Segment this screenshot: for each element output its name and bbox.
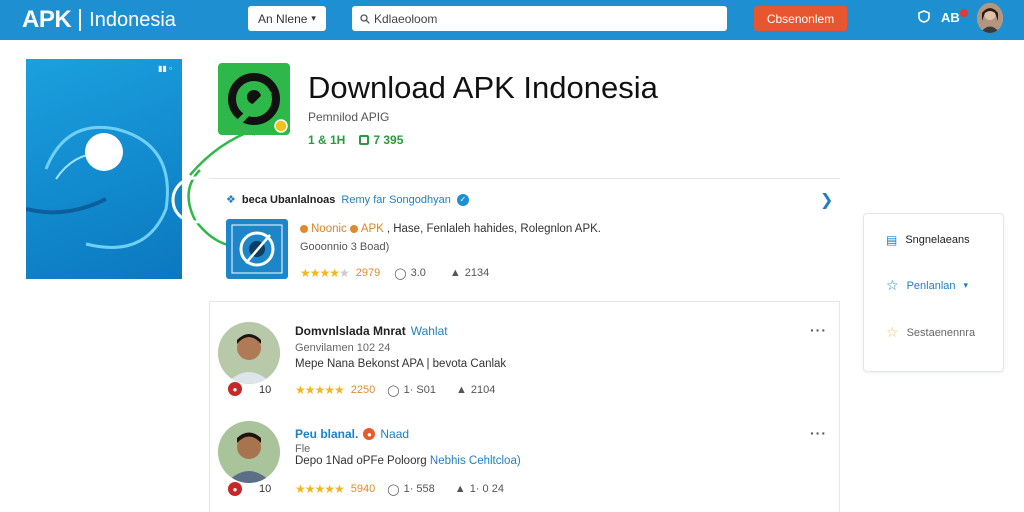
star-rating: ★★★★★ — [300, 266, 350, 280]
more-options-icon[interactable]: ··· — [810, 322, 827, 338]
chevron-down-icon: ▾ — [963, 280, 969, 290]
search-input[interactable]: Kdlaeoloom — [352, 6, 727, 31]
featured-tag: APK — [360, 223, 384, 235]
star-rating: ★★★★★ — [295, 383, 345, 397]
featured-name[interactable]: Noonic — [311, 223, 347, 235]
logo-subtitle: Indonesia — [89, 8, 176, 31]
signal-icon: ▮▮ ▫ — [158, 64, 172, 73]
reviewer-avatar[interactable] — [218, 322, 280, 384]
review-date: Fle — [295, 443, 311, 455]
download-count: 1 & 1H — [308, 133, 346, 147]
rating-value: 2979 — [355, 267, 381, 279]
app-stats: 1 & 1H 7 395 — [308, 133, 403, 147]
reviewer-name-text[interactable]: Domvnlslada Mnrat — [295, 324, 406, 338]
comment-icon[interactable]: ◯ — [394, 267, 406, 280]
points-label[interactable]: AB — [941, 10, 960, 25]
notification-badge — [960, 9, 968, 17]
list-icon: ▤ — [886, 233, 898, 247]
download-cta-button[interactable]: Cbsenonlem — [754, 6, 847, 31]
app-subtitle: Pemnilod APIG — [308, 110, 390, 124]
logo-separator — [79, 9, 82, 31]
star-outline-icon: ☆ — [886, 277, 899, 293]
app-icon[interactable] — [218, 63, 290, 135]
shield-icon[interactable] — [918, 10, 930, 26]
verified-icon: ✓ — [456, 193, 469, 206]
orange-dot-icon — [349, 225, 358, 233]
chevron-down-icon: ▾ — [311, 13, 316, 23]
comment-count: 1· 558 — [403, 483, 435, 495]
size-value: 7 395 — [373, 133, 404, 147]
star-rating: ★★★★★ — [295, 482, 345, 496]
featured-description: Noonic APK , Hase, Fenlaleh hahides, Rol… — [300, 223, 601, 235]
reviewer-badge-icon: ● — [228, 382, 242, 396]
user-avatar[interactable] — [977, 3, 1003, 33]
featured-heading: ❖ beca Ubanlalnoas Remy far Songodhyan ✓ — [226, 193, 469, 206]
top-navigation-bar: APK Indonesia An Nlene ▾ Kdlaeoloom Cbse… — [0, 0, 1024, 40]
review-text: Depo 1Nad oPFe Poloorg Nebhis Cehltcloa) — [295, 455, 521, 467]
site-logo[interactable]: APK Indonesia — [22, 6, 176, 34]
reviewer-name-text[interactable]: Peu blanal. — [295, 427, 358, 441]
comment-count: 3.0 — [410, 267, 426, 279]
featured-meta: ★★★★★ 2979 ◯ 3.0 ▲ 2134 — [300, 266, 489, 280]
orange-dot-icon — [300, 225, 308, 233]
thumbs-up-icon[interactable]: ▲ — [456, 384, 467, 396]
thumbs-up-icon[interactable]: ▲ — [455, 483, 466, 495]
reviewer-count: 10 — [259, 384, 272, 396]
page-title: Download APK Indonesia — [308, 70, 658, 105]
featured-text: , Hase, Fenlaleh hahides, Rolegnlon APK. — [386, 223, 601, 235]
comment-count: 1· S01 — [403, 384, 437, 396]
review-meta: ★★★★★ 2250 ◯ 1· S01 ▲ 2104 — [295, 383, 495, 397]
side-item-1[interactable]: ▤ Sngnelaeans — [886, 233, 970, 247]
featured-subtext: Gooonnio 3 Boad) — [300, 241, 390, 253]
more-options-icon[interactable]: ··· — [810, 425, 827, 441]
featured-app-icon[interactable] — [226, 219, 288, 279]
language-label: An Nlene — [258, 11, 308, 26]
section-divider — [209, 178, 840, 179]
comment-icon[interactable]: ◯ — [387, 483, 399, 496]
reviewer-name: Domvnlslada Mnrat Wahlat — [295, 324, 448, 338]
side-item-3[interactable]: ☆ Sestaenennra — [886, 324, 975, 341]
reviewer-tag: Wahlat — [410, 324, 448, 338]
like-count: 1· 0 24 — [469, 483, 504, 495]
comment-icon[interactable]: ◯ — [387, 384, 399, 397]
review-text-main: Depo 1Nad oPFe Poloorg — [295, 455, 427, 467]
like-count: 2134 — [464, 267, 490, 279]
size-stat: 7 395 — [359, 133, 403, 147]
thumbs-up-icon[interactable]: ▲ — [450, 267, 461, 279]
reviewer-badge-icon: ● — [228, 482, 242, 496]
reviewer-count: 10 — [259, 483, 272, 495]
search-placeholder: Kdlaeoloom — [374, 11, 438, 26]
reviewer-avatar[interactable] — [218, 421, 280, 483]
review-meta: ★★★★★ 5940 ◯ 1· 558 ▲ 1· 0 24 — [295, 482, 504, 496]
featured-heading-bold: beca Ubanlalnoas — [241, 193, 336, 206]
side-item-2[interactable]: ☆ Penlanlan ▾ — [886, 277, 968, 294]
like-count: 2104 — [470, 384, 496, 396]
review-text: Mepe Nana Bekonst APA | bevota Canlak — [295, 358, 507, 370]
featured-heading-link[interactable]: Remy far Songodhyan — [341, 194, 450, 206]
chevron-right-icon[interactable]: ❯ — [820, 190, 833, 210]
side-item-label: Penlanlan — [906, 279, 956, 292]
diamond-icon: ❖ — [226, 194, 236, 206]
reviewer-name: Peu blanal. ● Naad — [295, 427, 409, 441]
rating-value: 2250 — [350, 384, 376, 396]
side-menu: ▤ Sngnelaeans ☆ Penlanlan ▾ ☆ Sestaenenn… — [863, 213, 1004, 372]
review-text-link[interactable]: Nebhis Cehltcloa) — [430, 455, 521, 467]
rating-value: 5940 — [350, 483, 376, 495]
star-faded-icon: ☆ — [886, 324, 899, 340]
side-item-label: Sngnelaeans — [905, 234, 970, 246]
language-dropdown[interactable]: An Nlene ▾ — [248, 6, 326, 31]
orange-badge-icon: ● — [363, 428, 376, 440]
review-date: Genvilamen 102 24 — [295, 342, 391, 354]
logo-brand: APK — [22, 6, 72, 33]
search-icon — [360, 13, 370, 24]
package-icon — [359, 135, 370, 145]
side-item-label: Sestaenennra — [906, 326, 976, 339]
reviewer-tag: Naad — [380, 427, 410, 441]
